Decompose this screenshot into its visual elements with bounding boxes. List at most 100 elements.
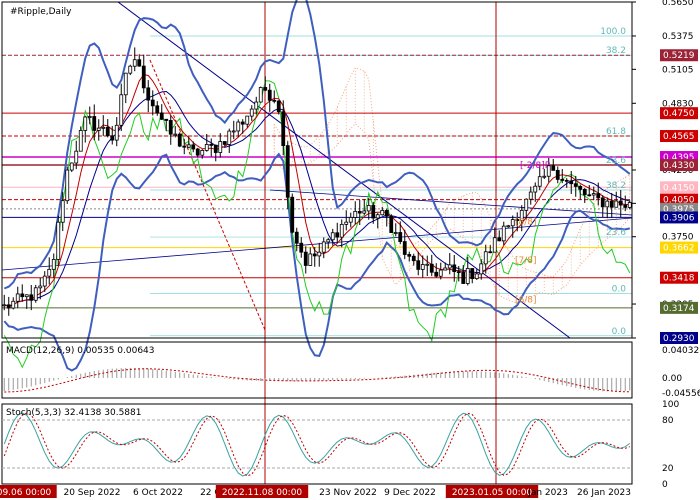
- price-tag-label: 0.3906: [663, 213, 695, 223]
- price-tag-label: 0.3418: [663, 274, 695, 284]
- candle-body: [609, 200, 614, 208]
- candle-body: [56, 221, 61, 260]
- candle-body: [371, 205, 376, 219]
- candle-body: [501, 225, 506, 242]
- price-tag-label: 0.4330: [663, 161, 695, 171]
- candle-body: [245, 115, 250, 125]
- x-tick: 9 Dec 2022: [384, 488, 436, 498]
- candle-body: [186, 144, 191, 148]
- stoch-y-label: 100: [662, 400, 679, 410]
- candle-body: [74, 150, 79, 164]
- x-tick-label: 09.06 00:00: [0, 488, 52, 498]
- candle-body: [420, 264, 425, 270]
- candle-body: [402, 241, 407, 255]
- candle-body: [564, 179, 569, 182]
- stoch-y-label: 0: [662, 480, 668, 490]
- candle-body: [425, 263, 430, 266]
- candle-body: [276, 100, 281, 113]
- fib-label: 23.6: [606, 156, 626, 166]
- fib-label: 23.6: [606, 228, 626, 238]
- price-tag-label: 0.5219: [663, 51, 695, 61]
- fib-label: 38.2: [606, 181, 626, 191]
- candle-body: [312, 253, 317, 257]
- candle-body: [164, 118, 169, 121]
- candle-body: [362, 210, 367, 214]
- candle-body: [110, 135, 115, 141]
- candle-body: [15, 293, 20, 302]
- candle-body: [11, 300, 16, 309]
- candle-body: [6, 304, 11, 309]
- candle-body: [123, 72, 128, 96]
- candle-body: [182, 145, 187, 148]
- fib-label: 0.0: [612, 285, 627, 295]
- candle-body: [533, 185, 538, 193]
- x-tick-label: 26 Jan 2023: [577, 488, 631, 498]
- price-tag: 0.3174: [660, 301, 698, 314]
- candle-body: [213, 144, 218, 153]
- x-tick-label: 9 Dec 2022: [384, 488, 436, 498]
- candle-body: [335, 232, 340, 238]
- candle-body: [159, 112, 164, 120]
- candle-body: [137, 59, 142, 67]
- candle-body: [308, 253, 313, 266]
- candle-body: [330, 232, 335, 241]
- candle-body: [83, 116, 88, 131]
- candle-body: [339, 223, 344, 238]
- candle-body: [483, 251, 488, 265]
- candle-body: [443, 267, 448, 271]
- candle-body: [596, 193, 601, 199]
- candle-body: [591, 193, 596, 196]
- fib-label: 38.2: [606, 46, 626, 56]
- x-tick: 2022.11.08 00:00: [215, 485, 309, 498]
- candle-body: [272, 99, 277, 102]
- candle-body: [326, 239, 331, 243]
- candle-body: [411, 255, 416, 262]
- x-tick-label: Jan 2023: [527, 488, 568, 498]
- candle-body: [65, 169, 70, 202]
- candle-body: [506, 225, 511, 228]
- candle-body: [389, 215, 394, 233]
- candle-body: [384, 210, 389, 217]
- candle-body: [555, 169, 560, 180]
- x-tick: 09.06 00:00: [0, 485, 57, 498]
- x-tick: 20 Sep 2022: [63, 488, 120, 498]
- candle-body: [96, 127, 101, 131]
- y-tick-label: 0.3750: [662, 233, 694, 243]
- macd-title: MACD(12,26,9) 0.00535 0.00643: [6, 346, 155, 356]
- candle-body: [578, 186, 583, 190]
- candle-body: [240, 121, 245, 125]
- candle-body: [605, 200, 610, 208]
- stoch-y-label: 80: [662, 416, 674, 426]
- candle-body: [92, 116, 97, 131]
- candle-body: [128, 65, 133, 74]
- y-tick-label: 0.5105: [662, 65, 694, 75]
- main-title: #Ripple,Daily: [10, 7, 72, 17]
- x-tick-label: 6 Oct 2022: [133, 488, 183, 498]
- candle-body: [618, 200, 623, 206]
- murrey-label: [6/8]: [515, 296, 537, 306]
- candle-body: [141, 65, 146, 89]
- candle-body: [281, 111, 286, 147]
- candle-body: [155, 105, 160, 114]
- candle-body: [488, 251, 493, 254]
- candle-body: [146, 87, 151, 101]
- candle-body: [614, 200, 619, 208]
- candle-body: [393, 232, 398, 234]
- candle-body: [249, 108, 254, 117]
- candle-body: [236, 121, 241, 132]
- candle-body: [195, 148, 200, 156]
- chart-background: [0, 0, 700, 500]
- candle-body: [2, 304, 7, 307]
- candle-body: [456, 271, 461, 274]
- candle-body: [461, 271, 466, 284]
- price-tag: 0.3906: [660, 211, 698, 224]
- candle-body: [258, 87, 263, 103]
- candle-body: [560, 179, 565, 181]
- price-tag-label: 0.4750: [663, 109, 695, 119]
- candle-body: [407, 254, 412, 257]
- macd-y-label: -0.04556: [662, 389, 700, 399]
- candle-body: [465, 268, 470, 284]
- trading-chart: 100.0 38.2 61.8 23.6 38.2 23.6 0.0 0.0 [-2/8]P […: [0, 0, 700, 500]
- candle-body: [38, 285, 43, 289]
- candle-body: [573, 183, 578, 187]
